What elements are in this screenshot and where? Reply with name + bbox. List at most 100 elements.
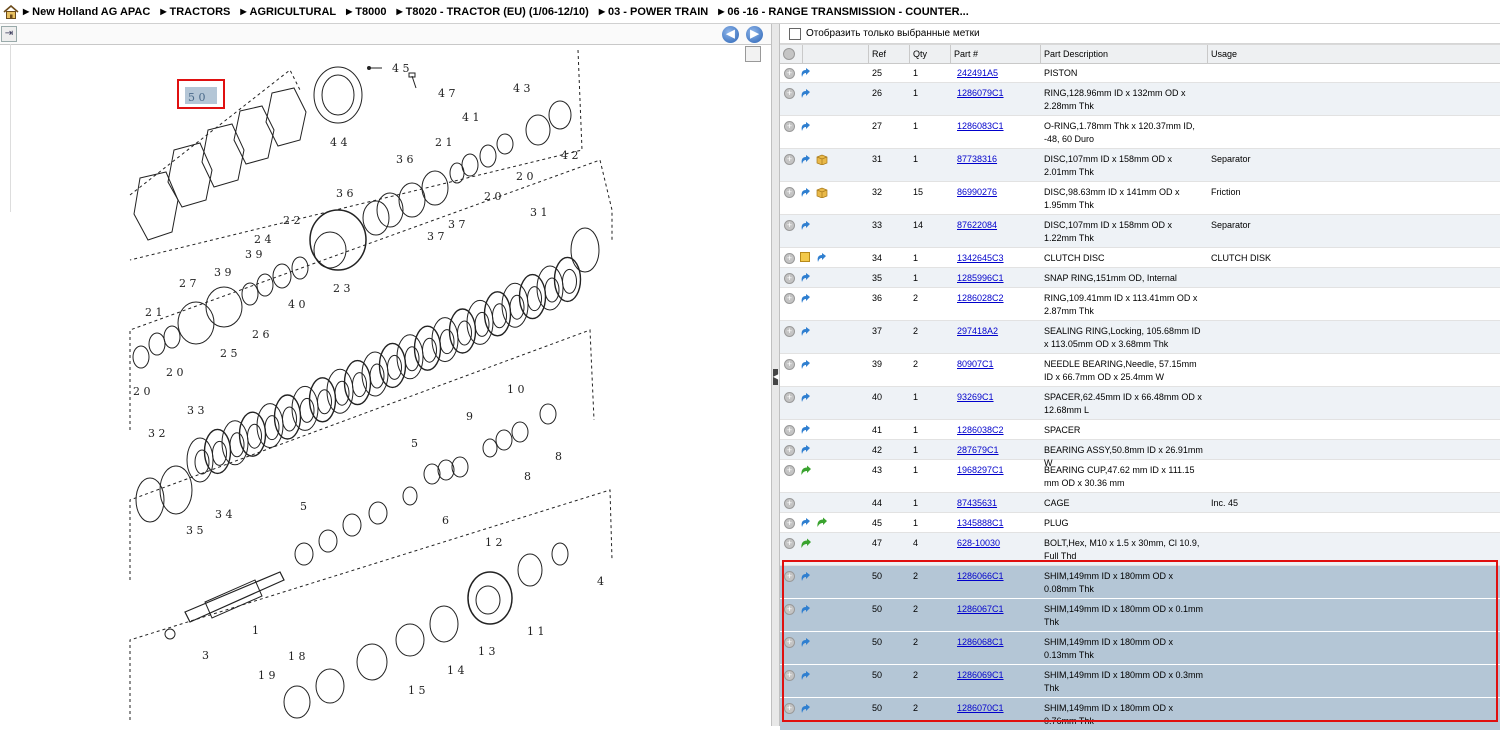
callout-label[interactable]: 1 0 <box>507 383 525 396</box>
table-row[interactable]: +36 2 1286028C2 RING,109.41mm ID x 113.41mm… <box>780 288 1500 321</box>
table-row[interactable]: +27 1 1286083C1 O-RING,1.78mm Thk x 120.37m… <box>780 116 1500 149</box>
part-number-link[interactable]: 287679C1 <box>957 444 999 457</box>
callout-label[interactable]: 4 4 <box>330 136 348 149</box>
callout-label[interactable]: 2 1 <box>435 136 453 149</box>
table-row[interactable]: +45 1 1345888C1 PLUG <box>780 513 1500 533</box>
callout-label[interactable]: 1 8 <box>288 650 306 663</box>
home-icon[interactable] <box>3 4 19 19</box>
callout-label[interactable]: 3 6 <box>336 187 354 200</box>
table-row[interactable]: +31 1 87738316 DISC,107mm ID x 158mm OD x 2… <box>780 149 1500 182</box>
part-number-link[interactable]: 1286079C1 <box>957 87 1004 100</box>
callout-label[interactable]: 4 2 <box>561 149 579 162</box>
breadcrumb-item[interactable]: ▶ T8000 <box>346 6 386 18</box>
breadcrumb-item[interactable]: ▶ 03 - POWER TRAIN <box>599 6 708 18</box>
callout-label[interactable]: 2 7 <box>179 277 197 290</box>
add-to-list-icon[interactable]: + <box>784 154 795 165</box>
col-usage[interactable]: Usage <box>1207 45 1500 63</box>
callout-label[interactable]: 2 0 <box>516 170 534 183</box>
callout-label[interactable]: 2 3 <box>333 282 351 295</box>
add-to-list-icon[interactable]: + <box>784 68 795 79</box>
info-arrow-icon[interactable] <box>800 703 811 714</box>
callout-label[interactable]: 3 3 <box>187 404 205 417</box>
part-number-link[interactable]: 86990276 <box>957 186 997 199</box>
info-arrow-icon[interactable] <box>800 293 811 304</box>
callout-label[interactable]: 6 <box>442 514 449 527</box>
part-number-link[interactable]: 628-10030 <box>957 537 1000 550</box>
collapse-arrow-icon[interactable]: ◀ <box>773 369 779 385</box>
callout-label[interactable]: 1 5 <box>408 684 426 697</box>
info-arrow-icon[interactable] <box>800 272 811 283</box>
add-to-list-icon[interactable]: + <box>784 220 795 231</box>
info-arrow-icon[interactable] <box>800 517 811 528</box>
add-to-list-icon[interactable]: + <box>784 121 795 132</box>
table-row[interactable]: +50 2 1286068C1 SHIM,149mm ID x 180mm OD x … <box>780 632 1500 665</box>
info-arrow-icon[interactable] <box>800 670 811 681</box>
table-row[interactable]: +26 1 1286079C1 RING,128.96mm ID x 132mm OD… <box>780 83 1500 116</box>
callout-label[interactable]: 4 3 <box>513 82 531 95</box>
table-row[interactable]: +33 14 87622084 DISC,107mm ID x 158mm OD x … <box>780 215 1500 248</box>
add-to-list-icon[interactable]: + <box>784 538 795 549</box>
callout-label[interactable]: 2 0 <box>133 385 151 398</box>
callout-label[interactable]: 8 <box>524 470 531 483</box>
breadcrumb-item[interactable]: ▶ New Holland AG APAC <box>23 6 150 18</box>
info-arrow-icon[interactable] <box>800 359 811 370</box>
part-number-link[interactable]: 1286067C1 <box>957 603 1004 616</box>
info-arrow-icon[interactable] <box>800 444 811 455</box>
info-arrow-icon[interactable] <box>800 637 811 648</box>
part-number-link[interactable]: 1968297C1 <box>957 464 1004 477</box>
kit-box-icon[interactable] <box>816 154 828 166</box>
add-to-list-icon[interactable]: + <box>784 425 795 436</box>
add-to-list-icon[interactable]: + <box>784 88 795 99</box>
info-arrow-icon[interactable] <box>800 88 811 99</box>
info-arrow-icon[interactable] <box>800 220 811 231</box>
info-arrow-icon[interactable] <box>800 326 811 337</box>
info-arrow-icon[interactable] <box>800 392 811 403</box>
add-to-list-icon[interactable]: + <box>784 187 795 198</box>
callout-label[interactable]: 2 0 <box>166 366 184 379</box>
add-all-icon[interactable] <box>780 45 802 63</box>
part-number-link[interactable]: 93269C1 <box>957 391 994 404</box>
part-number-link[interactable]: 80907C1 <box>957 358 994 371</box>
callout-label[interactable]: 9 <box>466 410 473 423</box>
callout-label[interactable]: 3 2 <box>148 427 166 440</box>
table-row[interactable]: +41 1 1286038C2 SPACER <box>780 420 1500 440</box>
callout-label[interactable]: 3 4 <box>215 508 233 521</box>
col-ref[interactable]: Ref <box>868 45 909 63</box>
part-number-link[interactable]: 1286038C2 <box>957 424 1004 437</box>
add-to-list-icon[interactable]: + <box>784 670 795 681</box>
add-to-list-icon[interactable]: + <box>784 326 795 337</box>
callout-label[interactable]: 3 6 <box>396 153 414 166</box>
add-to-list-icon[interactable]: + <box>784 637 795 648</box>
callout-label[interactable]: 4 0 <box>288 298 306 311</box>
callout-label[interactable]: 8 <box>555 450 562 463</box>
callout-label[interactable]: 3 <box>202 649 209 662</box>
callout-label[interactable]: 3 5 <box>186 524 204 537</box>
add-to-list-icon[interactable]: + <box>784 604 795 615</box>
part-number-link[interactable]: 1286028C2 <box>957 292 1004 305</box>
table-row[interactable]: +44 1 87435631 CAGE Inc. 45 <box>780 493 1500 513</box>
replacement-arrow-icon[interactable] <box>800 538 811 549</box>
col-desc[interactable]: Part Description <box>1040 45 1207 63</box>
info-arrow-icon[interactable] <box>800 67 811 78</box>
part-number-link[interactable]: 1286066C1 <box>957 570 1004 583</box>
part-number-link[interactable]: 87435631 <box>957 497 997 510</box>
callout-label[interactable]: 4 7 <box>438 87 456 100</box>
table-row[interactable]: +32 15 86990276 DISC,98.63mm ID x 141mm OD … <box>780 182 1500 215</box>
add-to-list-icon[interactable]: + <box>784 703 795 714</box>
part-number-link[interactable]: 242491A5 <box>957 67 998 80</box>
add-to-list-icon[interactable]: + <box>784 293 795 304</box>
callout-label[interactable]: 2 1 <box>145 306 163 319</box>
table-row[interactable]: +25 1 242491A5 PISTON <box>780 63 1500 83</box>
add-to-list-icon[interactable]: + <box>784 253 795 264</box>
info-arrow-icon[interactable] <box>800 424 811 435</box>
col-part[interactable]: Part # <box>950 45 1040 63</box>
callout-label[interactable]: 3 9 <box>214 266 232 279</box>
callout-label[interactable]: 2 2 <box>283 214 301 227</box>
callout-label[interactable]: 1 <box>252 624 259 637</box>
callout-label[interactable]: 5 <box>411 437 418 450</box>
part-number-link[interactable]: 1286068C1 <box>957 636 1004 649</box>
table-row[interactable]: +50 2 1286067C1 SHIM,149mm ID x 180mm OD x … <box>780 599 1500 632</box>
callout-label[interactable]: 4 5 <box>392 62 410 75</box>
callout-label[interactable]: 3 7 <box>448 218 466 231</box>
callout-label[interactable]: 2 4 <box>254 233 272 246</box>
